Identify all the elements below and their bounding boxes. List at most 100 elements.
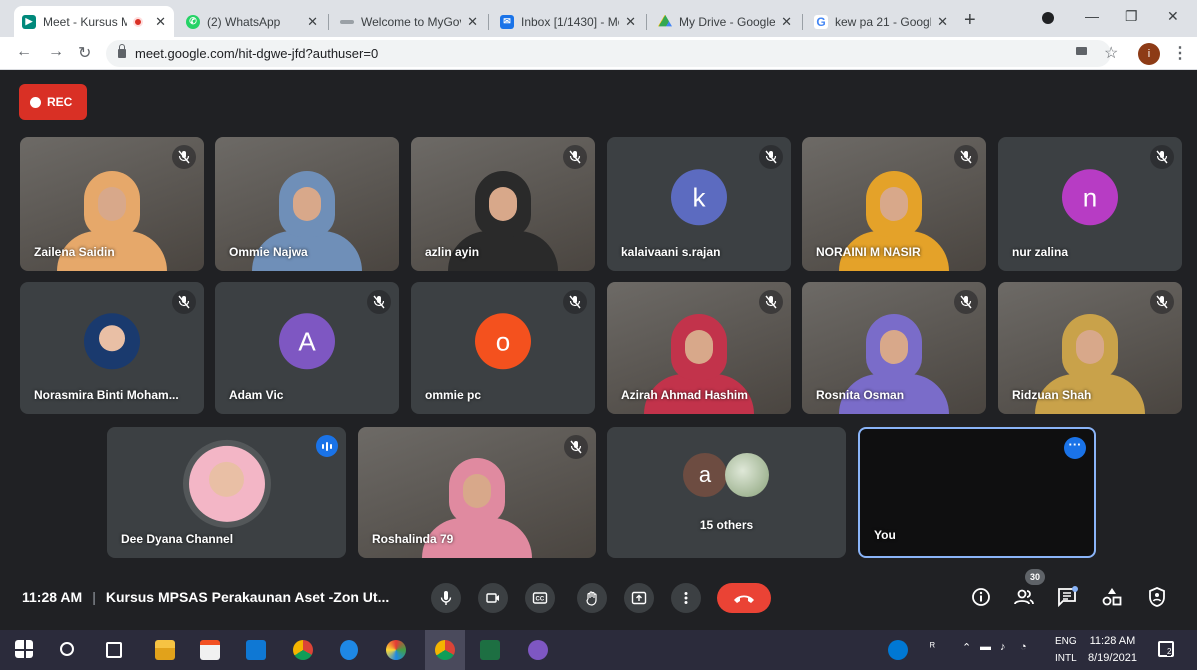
chat-icon[interactable]	[1056, 586, 1078, 608]
address-bar[interactable]: meet.google.com/hit-dgwe-jfd?authuser=0	[106, 40, 1111, 67]
drive-icon	[658, 14, 672, 27]
present-to-all-icon	[631, 591, 647, 605]
close-tab-icon[interactable]: ✕	[155, 14, 166, 30]
participant-tile[interactable]: A Adam Vic	[215, 282, 399, 414]
chrome-icon[interactable]	[293, 640, 313, 660]
tab-mygov[interactable]: Welcome to MyGov ✕	[332, 6, 486, 37]
excel-icon[interactable]	[480, 640, 500, 660]
svg-text:CC: CC	[536, 597, 545, 603]
microphone-button[interactable]	[431, 583, 461, 613]
participant-tile[interactable]: Norasmira Binti Moham...	[20, 282, 204, 414]
close-tab-icon[interactable]: ✕	[625, 14, 636, 30]
participant-tile[interactable]: o ommie pc	[411, 282, 595, 414]
close-window-button[interactable]: ✕	[1167, 8, 1179, 25]
close-tab-icon[interactable]: ✕	[307, 14, 318, 30]
mic-off-icon	[954, 290, 978, 314]
participant-face	[98, 187, 126, 221]
paint-icon[interactable]	[386, 640, 406, 660]
participant-tile[interactable]: Ommie Najwa	[215, 137, 399, 271]
edge-icon[interactable]	[340, 640, 358, 660]
recording-badge[interactable]: REC	[19, 84, 87, 120]
tab-drive[interactable]: My Drive - Google D ✕	[650, 6, 800, 37]
system-clock[interactable]: 11:28 AM 8/19/2021	[1088, 633, 1137, 667]
close-tab-icon[interactable]: ✕	[937, 14, 948, 30]
mic-off-icon	[563, 290, 587, 314]
input-language[interactable]: ENG INTL	[1055, 633, 1077, 667]
participant-head	[866, 171, 922, 237]
tab-google-search[interactable]: G kew pa 21 - Google ✕	[806, 6, 956, 37]
participant-tile[interactable]: Roshalinda 79	[358, 427, 596, 558]
raise-hand-button[interactable]	[577, 583, 607, 613]
wifi-icon[interactable]: ◔	[1020, 641, 1027, 653]
paint3d-icon[interactable]	[528, 640, 548, 660]
people-tray-icon[interactable]: ᴿ	[930, 641, 935, 653]
forward-arrow-icon[interactable]: →	[48, 43, 64, 61]
host-controls-shield-icon[interactable]	[1146, 586, 1168, 608]
participant-tile[interactable]: Dee Dyana Channel	[107, 427, 346, 558]
language-code: ENG	[1055, 636, 1077, 647]
activities-icon[interactable]	[1101, 586, 1123, 608]
self-view-tile[interactable]: ··· You	[858, 427, 1096, 558]
tab-whatsapp[interactable]: ✆ (2) WhatsApp ✕	[178, 6, 326, 37]
minimize-button[interactable]: —	[1085, 8, 1099, 24]
meeting-info-icon[interactable]	[970, 586, 992, 608]
participant-tile[interactable]: NORAINI M NASIR	[802, 137, 986, 271]
meeting-time: 11:28 AM	[22, 589, 83, 605]
more-options-button[interactable]	[671, 583, 701, 613]
mail-app-icon[interactable]	[246, 640, 266, 660]
browser-toolbar: ← → ↻ meet.google.com/hit-dgwe-jfd?authu…	[0, 37, 1197, 70]
participant-head	[279, 171, 335, 237]
task-view-icon[interactable]	[106, 642, 122, 658]
bookmark-star-icon[interactable]: ☆	[1104, 43, 1118, 63]
tab-inbox[interactable]: ✉ Inbox [1/1430] - Mo ✕	[492, 6, 644, 37]
close-tab-icon[interactable]: ✕	[467, 14, 478, 30]
new-tab-button[interactable]: +	[964, 9, 976, 32]
camera-button[interactable]	[478, 583, 508, 613]
show-hidden-icons[interactable]: ⌃	[962, 641, 971, 654]
file-explorer-icon[interactable]	[155, 640, 175, 660]
participant-head	[449, 458, 505, 524]
participant-count-badge: 30	[1025, 569, 1045, 585]
captions-button[interactable]: CC	[525, 583, 555, 613]
search-icon[interactable]	[60, 642, 74, 656]
browser-menu-icon[interactable]: ⋮	[1172, 43, 1188, 63]
reload-icon[interactable]: ↻	[78, 43, 91, 63]
meeting-details: 11:28 AM | Kursus MPSAS Perakaunan Aset -Z…	[22, 589, 389, 605]
others-tile[interactable]: a 15 others	[607, 427, 846, 558]
participant-tile[interactable]: k kalaivaani s.rajan	[607, 137, 791, 271]
participant-tile[interactable]: Azirah Ahmad Hashim	[607, 282, 791, 414]
volume-icon[interactable]: ♪	[1000, 641, 1006, 653]
maximize-button[interactable]: ❐	[1125, 8, 1138, 25]
leave-call-button[interactable]	[717, 583, 771, 613]
tab-title: Inbox [1/1430] - Mo	[521, 14, 620, 29]
more-options-icon[interactable]: ···	[1064, 437, 1086, 459]
people-icon[interactable]	[1013, 586, 1035, 608]
participant-tile[interactable]: Rosnita Osman	[802, 282, 986, 414]
tab-divider	[328, 14, 329, 30]
windows-start-icon[interactable]	[15, 640, 33, 658]
close-tab-icon[interactable]: ✕	[781, 14, 792, 30]
back-arrow-icon[interactable]: ←	[16, 43, 32, 61]
participant-name: Dee Dyana Channel	[121, 532, 234, 546]
participant-tile[interactable]: azlin ayin	[411, 137, 595, 271]
store-icon[interactable]	[200, 640, 220, 660]
participant-name: Azirah Ahmad Hashim	[621, 388, 748, 402]
participant-tile[interactable]: Zailena Saidin	[20, 137, 204, 271]
extension-icon[interactable]	[1042, 12, 1054, 24]
tab-meet[interactable]: ▶ Meet - Kursus M ✕	[14, 6, 174, 37]
help-icon[interactable]	[888, 640, 908, 660]
participant-tile[interactable]: Ridzuan Shah	[998, 282, 1182, 414]
chrome-running-icon[interactable]	[435, 640, 455, 660]
notifications-icon[interactable]: 2	[1158, 641, 1174, 657]
camera-permission-icon[interactable]	[1076, 47, 1087, 55]
mic-off-icon	[367, 290, 391, 314]
mic-off-icon	[1150, 145, 1174, 169]
participant-face	[293, 187, 321, 221]
present-screen-button[interactable]	[624, 583, 654, 613]
audio-bar	[326, 441, 328, 451]
battery-icon[interactable]: ▬	[980, 641, 991, 653]
profile-avatar[interactable]: i	[1138, 43, 1160, 65]
mic-off-icon	[172, 290, 196, 314]
participant-name: You	[874, 528, 896, 542]
participant-tile[interactable]: n nur zalina	[998, 137, 1182, 271]
